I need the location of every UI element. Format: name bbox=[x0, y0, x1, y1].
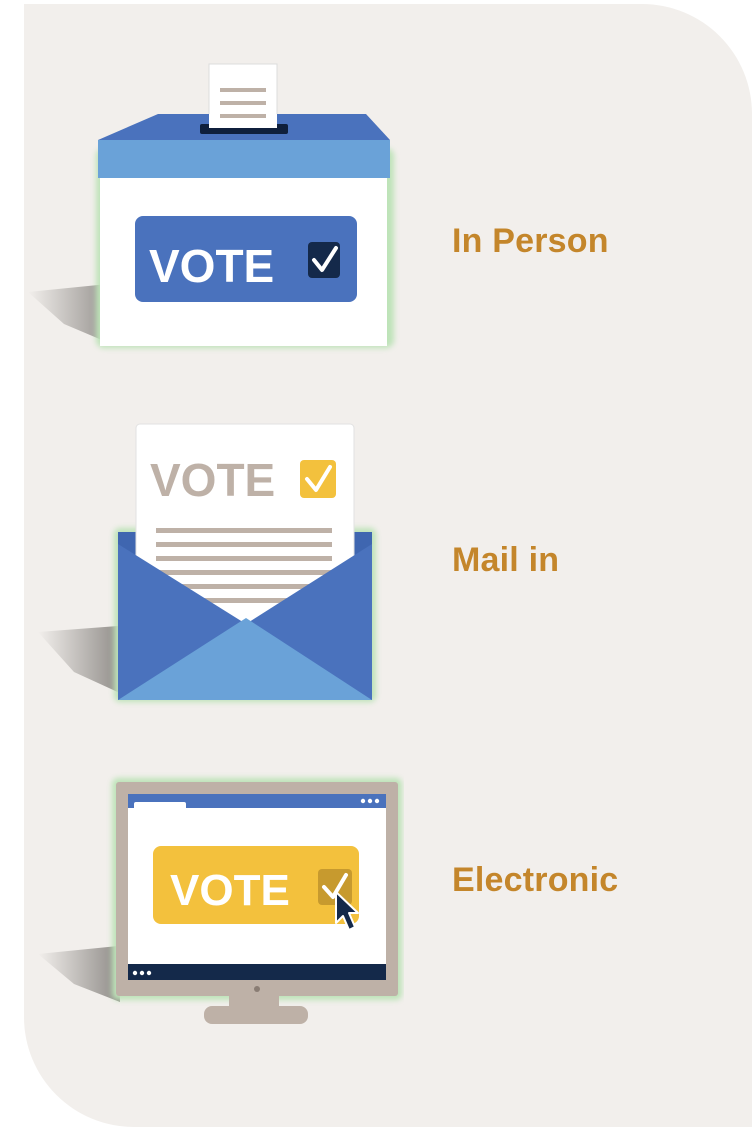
background-panel: VOTE In Person VOTE Mail in VOTE Electro… bbox=[24, 4, 752, 1127]
method-label-in-person: In Person bbox=[452, 222, 609, 260]
computer-vote-icon: VOTE bbox=[24, 770, 404, 1040]
svg-text:VOTE: VOTE bbox=[149, 240, 274, 292]
svg-text:VOTE: VOTE bbox=[170, 866, 290, 915]
ballot-box-icon: VOTE bbox=[24, 4, 404, 364]
svg-text:VOTE: VOTE bbox=[150, 454, 275, 506]
method-label-electronic: Electronic bbox=[452, 861, 619, 899]
method-label-mail-in: Mail in bbox=[452, 541, 560, 579]
mail-ballot-icon: VOTE bbox=[24, 404, 404, 724]
